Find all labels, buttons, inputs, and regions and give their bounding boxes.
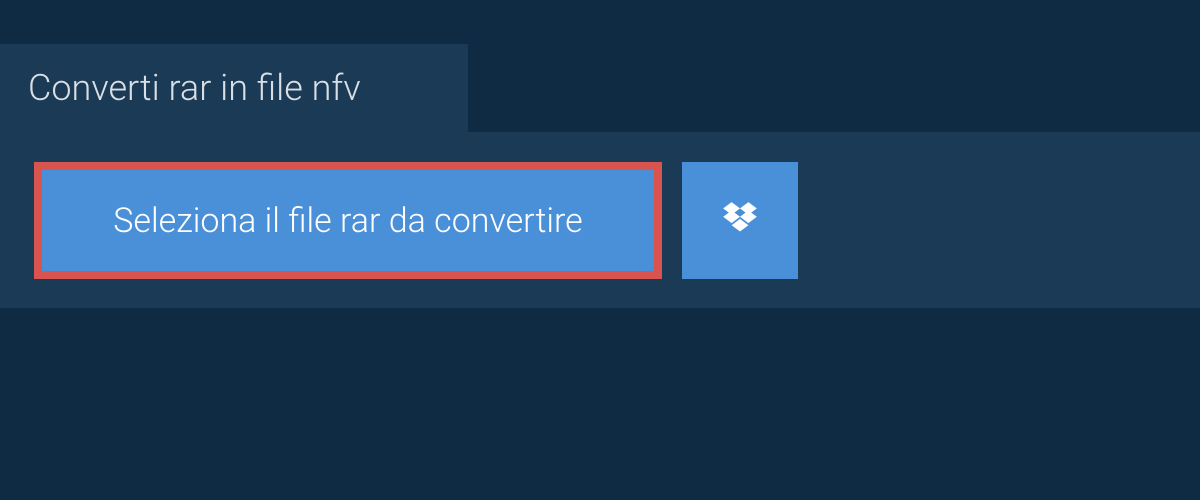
title-bar: Converti rar in file nfv xyxy=(0,44,468,132)
dropbox-icon xyxy=(719,200,761,242)
dropbox-button[interactable] xyxy=(682,162,798,279)
select-file-label: Seleziona il file rar da convertire xyxy=(113,201,583,241)
page-title: Converti rar in file nfv xyxy=(28,67,361,109)
select-file-button[interactable]: Seleziona il file rar da convertire xyxy=(34,162,662,279)
button-row: Seleziona il file rar da convertire xyxy=(34,162,798,279)
